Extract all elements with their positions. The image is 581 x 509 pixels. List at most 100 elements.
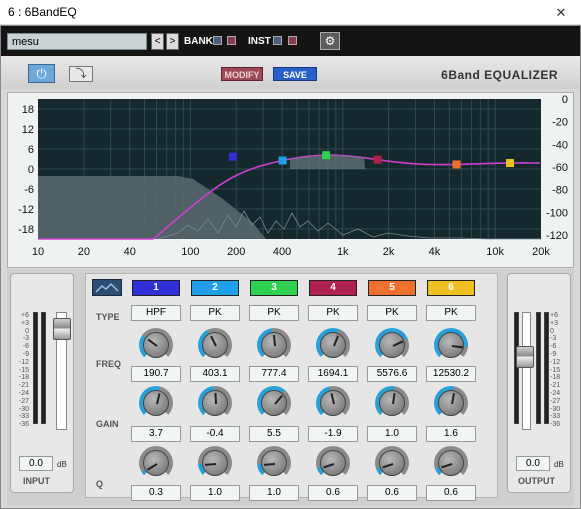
knob-pointer [214,392,217,405]
knob-cap [261,450,287,476]
band-1-type[interactable]: HPF [131,305,181,321]
inst-label: INST [248,36,271,47]
band-2-freq-value[interactable]: 403.1 [190,366,240,382]
band-2-q-knob[interactable] [198,446,232,480]
preset-next-button[interactable]: > [166,33,179,50]
output-fader-track[interactable] [522,312,531,430]
band-4-q-value[interactable]: 0.6 [308,485,358,501]
modify-button[interactable]: MODIFY [221,67,263,81]
band-2-marker[interactable] [278,156,287,165]
input-unit: dB [57,460,67,469]
preset-prev-button[interactable]: < [151,33,164,50]
meter-scale-label: -18 [550,374,561,382]
meter-scale-label: -21 [550,382,561,390]
band-4-freq-knob[interactable] [316,328,350,362]
band-1-gain-knob[interactable] [139,386,173,420]
band-5-freq-knob[interactable] [375,328,409,362]
band-6-type[interactable]: PK [426,305,476,321]
eq-graph[interactable]: 18 12 6 0 -6 -12 -18 0 -20 -40 -60 -80 -100 -120 10 2… [7,92,574,268]
gain-tick-label: -12 [18,204,34,216]
band-6-q-value[interactable]: 0.6 [426,485,476,501]
band-4-type[interactable]: PK [308,305,358,321]
band-5-button[interactable]: 5 [368,280,416,296]
knob-pointer [392,392,396,405]
band-2-freq-knob[interactable] [198,328,232,362]
input-meter-left [33,312,38,424]
band-6-freq-knob[interactable] [434,328,468,362]
band-3-gain-knob[interactable] [257,386,291,420]
knob-pointer [330,393,335,405]
band-3-type[interactable]: PK [249,305,299,321]
band-2-gain-value[interactable]: -0.4 [190,426,240,442]
band-1-gain-value[interactable]: 3.7 [131,426,181,442]
band-5-freq-value[interactable]: 5576.6 [367,366,417,382]
band-1-q-value[interactable]: 0.3 [131,485,181,501]
band-3-freq-value[interactable]: 777.4 [249,366,299,382]
bypass-arrow-icon[interactable]: ⤵ [69,66,93,82]
q-row-label: Q [96,479,104,489]
band-5-gain-value[interactable]: 1.0 [367,426,417,442]
gear-icon[interactable]: ⚙ [320,32,340,50]
plugin-window: < > BANK INST ⚙ ⏻ ⤵ MODIFY SAVE 6Band EQ… [0,25,581,509]
band-6-q-knob[interactable] [434,446,468,480]
inst-b-button[interactable] [288,36,297,45]
input-fader-handle[interactable] [53,318,71,340]
band-3-button[interactable]: 3 [250,280,298,296]
meter-scale-label: -30 [550,405,561,413]
input-gain-value[interactable]: 0.0 [19,456,53,471]
band-4-button[interactable]: 4 [309,280,357,296]
band-1-marker[interactable] [229,152,238,161]
band-1-button[interactable]: 1 [132,280,180,296]
band-2-button[interactable]: 2 [191,280,239,296]
band-1-freq-value[interactable]: 190.7 [131,366,181,382]
close-icon[interactable]: ✕ [541,0,581,25]
band-4-gain-knob[interactable] [316,386,350,420]
band-6-freq-value[interactable]: 12530.2 [426,366,476,382]
inst-a-button[interactable] [273,36,282,45]
band-6-gain-knob[interactable] [434,386,468,420]
band-5-type[interactable]: PK [367,305,417,321]
band-4-q-knob[interactable] [316,446,350,480]
input-panel: +6 +3 0 -3 -6 -9 -12 -15 -18 -21 -24 -27 -30 -33 -36 0… [10,273,74,493]
power-icon[interactable]: ⏻ [28,64,55,83]
preset-name-input[interactable] [7,33,147,50]
band-5-q-knob[interactable] [375,446,409,480]
band-4-gain-value[interactable]: -1.9 [308,426,358,442]
curve-view-icon[interactable] [92,279,122,296]
band-3-q-knob[interactable] [257,446,291,480]
level-tick-label: -20 [552,117,568,129]
meter-scale-label: -3 [550,335,557,343]
meter-scale-label: -21 [18,382,29,390]
band-3-freq-knob[interactable] [257,328,291,362]
band-3-q-value[interactable]: 1.0 [249,485,299,501]
band-6-gain-value[interactable]: 1.6 [426,426,476,442]
output-gain-value[interactable]: 0.0 [516,456,550,471]
bank-b-button[interactable] [227,36,236,45]
level-tick-label: -80 [552,185,568,197]
band-5-marker[interactable] [452,160,461,169]
band-controls: TYPE FREQ GAIN Q 1 HPF 190.7 3.7 0.3 2 PK 403.1… [85,273,498,501]
band-3-gain-value[interactable]: 5.5 [249,426,299,442]
band-6-marker[interactable] [506,159,515,168]
save-button[interactable]: SAVE [273,67,317,81]
band-6-button[interactable]: 6 [427,280,475,296]
band-5-gain-knob[interactable] [375,386,409,420]
band-4-freq-value[interactable]: 1694.1 [308,366,358,382]
band-2-type[interactable]: PK [190,305,240,321]
band-5-q-value[interactable]: 0.6 [367,485,417,501]
meter-scale-label: -27 [550,397,561,405]
band-3-marker[interactable] [322,151,331,160]
band-1-q-knob[interactable] [139,446,173,480]
gain-row-label: GAIN [96,419,119,429]
bank-a-button[interactable] [213,36,222,45]
band-1-freq-knob[interactable] [139,328,173,362]
knob-cap [261,390,287,416]
output-meter-left [514,312,519,424]
freq-tick-label: 20 [78,246,90,258]
knob-pointer [382,463,394,469]
band-2-gain-knob[interactable] [198,386,232,420]
output-fader-handle[interactable] [516,346,534,368]
band-4-marker[interactable] [373,155,382,164]
meter-scale-label: -12 [18,358,29,366]
band-2-q-value[interactable]: 1.0 [190,485,240,501]
